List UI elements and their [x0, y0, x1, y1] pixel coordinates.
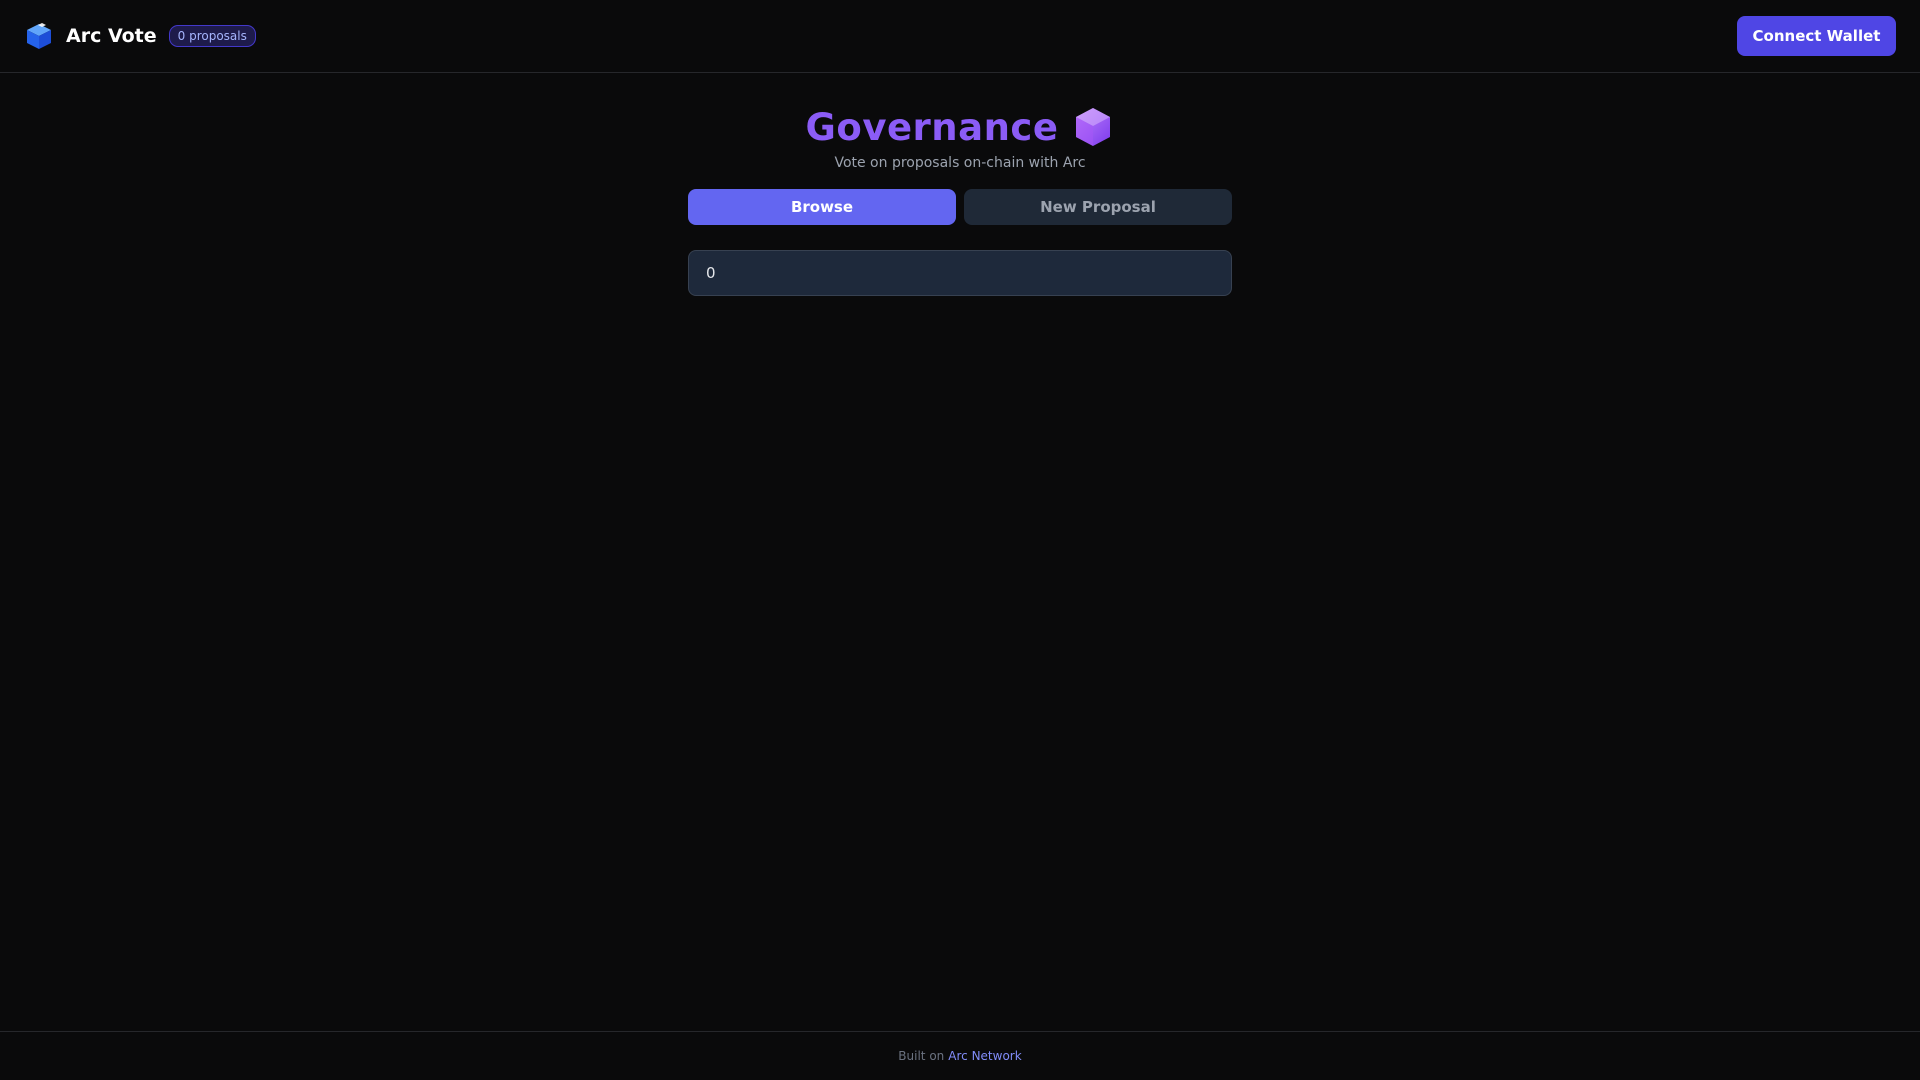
connect-wallet-button[interactable]: Connect Wallet [1737, 16, 1896, 56]
title-row: Governance [806, 103, 1115, 151]
proposal-id-input[interactable] [688, 250, 1232, 296]
page-subtitle: Vote on proposals on-chain with Arc [834, 155, 1086, 171]
proposal-count-badge: 0 proposals [168, 25, 256, 47]
brand[interactable]: Arc Vote 0 proposals [24, 21, 256, 51]
page-title: Governance [805, 105, 1059, 149]
hexagon-icon [1072, 106, 1114, 148]
view-tabs: Browse New Proposal [688, 189, 1232, 225]
arc-network-link[interactable]: Arc Network [948, 1049, 1021, 1063]
tab-browse[interactable]: Browse [688, 189, 956, 225]
footer: Built on Arc Network [0, 1031, 1920, 1080]
app-title: Arc Vote [66, 25, 157, 47]
cube-icon [24, 21, 54, 51]
top-header: Arc Vote 0 proposals Connect Wallet [0, 0, 1920, 73]
main-content: Governance Vote on proposals on-chain wi… [0, 73, 1920, 296]
footer-prefix: Built on [898, 1049, 945, 1063]
tab-new-proposal[interactable]: New Proposal [964, 189, 1232, 225]
